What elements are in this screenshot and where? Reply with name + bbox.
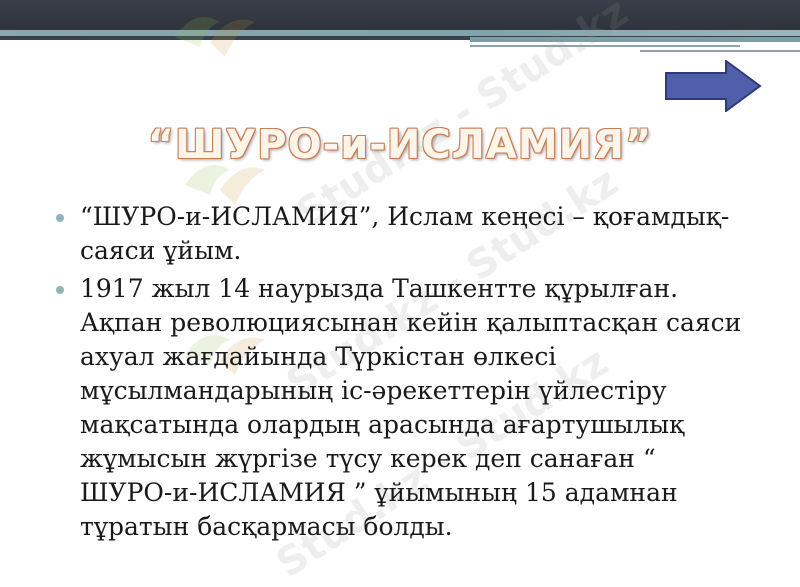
bullet-item: “ШУРО-и-ИСЛАМИЯ”, Ислам кеңесі – қоғамды…: [56, 200, 746, 268]
bullet-dot: [56, 286, 64, 294]
slide-header-bar: [0, 0, 800, 42]
header-thin-line: [470, 45, 740, 47]
bullet-text: “ШУРО-и-ИСЛАМИЯ”, Ислам кеңесі – қоғамды…: [80, 202, 730, 265]
bullet-text: 1917 жыл 14 наурызда Ташкентте құрылған.…: [80, 274, 742, 541]
slide-title: “ШУРО-и-ИСЛАМИЯ”: [147, 122, 653, 168]
header-accent-stripe-short: [470, 37, 800, 42]
header-accent-stripe: [0, 30, 800, 36]
bullet-item: 1917 жыл 14 наурызда Ташкентте құрылған.…: [56, 272, 746, 544]
slide-body: “ШУРО-и-ИСЛАМИЯ”, Ислам кеңесі – қоғамды…: [56, 200, 746, 548]
header-thin-line: [640, 50, 800, 52]
next-slide-button[interactable]: [664, 59, 762, 113]
bullet-dot: [56, 214, 64, 222]
right-arrow-icon: [665, 59, 762, 113]
